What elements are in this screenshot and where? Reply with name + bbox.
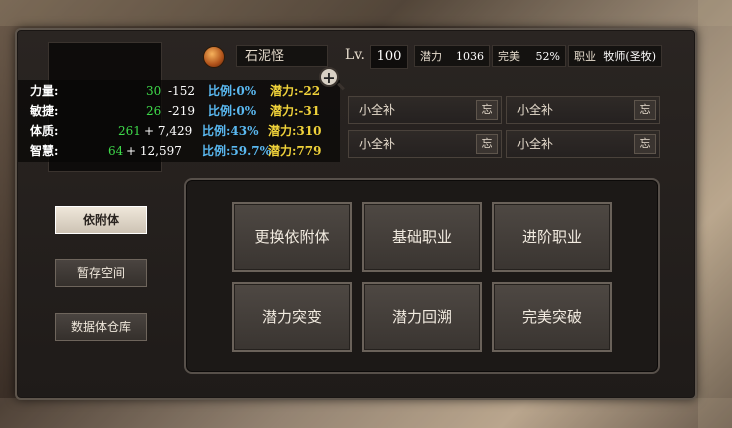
stat-base: 64 — [108, 144, 124, 158]
background-bottom — [0, 398, 732, 428]
info-class: 职业 牧师(圣牧) — [568, 45, 662, 67]
basic-class-button[interactable]: 基础职业 — [362, 202, 482, 272]
character-orb-icon — [203, 46, 225, 68]
info-value: 1036 — [456, 50, 484, 63]
skill-slot[interactable]: 小全补 忘 — [348, 96, 502, 124]
stat-row-agility: 敏捷: 26 -219 比例:0% 潜力:-31 — [18, 101, 340, 121]
stat-ratio: 比例:59.7% — [202, 144, 272, 158]
slot-label: 小全补 — [517, 137, 554, 151]
info-perfect: 完美 52% — [492, 45, 566, 67]
stat-row-wisdom: 智慧: 64 + 12,597 比例:59.7% 潜力:779 — [18, 141, 340, 161]
stat-potential: 潜力:310 — [268, 124, 322, 138]
background-top — [0, 0, 732, 26]
stat-bonus: -219 — [168, 104, 195, 118]
slot-label: 小全补 — [359, 103, 396, 117]
stats-table: 力量: 30 -152 比例:0% 潜力:-22 敏捷: 26 -219 比例:… — [18, 80, 340, 162]
stat-row-strength: 力量: 30 -152 比例:0% 潜力:-22 — [18, 81, 340, 101]
forget-button[interactable]: 忘 — [634, 134, 656, 154]
stat-label: 敏捷: — [30, 104, 59, 118]
stat-bonus: -152 — [168, 84, 195, 98]
level-value: 100 — [370, 45, 408, 69]
change-host-button[interactable]: 更换依附体 — [232, 202, 352, 272]
side-menu-storage[interactable]: 暂存空间 — [55, 259, 147, 287]
info-key: 职业 — [574, 50, 596, 63]
level-label: Lv. — [345, 47, 365, 63]
skill-slot[interactable]: 小全补 忘 — [506, 130, 660, 158]
info-key: 完美 — [498, 50, 520, 63]
side-menu-warehouse[interactable]: 数据体仓库 — [55, 313, 147, 341]
info-value: 牧师(圣牧) — [603, 50, 656, 63]
side-menu-host[interactable]: 依附体 — [55, 206, 147, 234]
stat-ratio: 比例:0% — [208, 84, 257, 98]
stat-base: 30 — [146, 84, 162, 98]
stat-base: 261 — [118, 124, 141, 138]
stat-row-constitution: 体质: 261 + 7,429 比例:43% 潜力:310 — [18, 121, 340, 141]
stat-bonus: + 12,597 — [126, 144, 182, 158]
advanced-class-button[interactable]: 进阶职业 — [492, 202, 612, 272]
character-name: 石泥怪 — [236, 45, 328, 67]
forget-button[interactable]: 忘 — [634, 100, 656, 120]
stat-bonus: + 7,429 — [144, 124, 193, 138]
info-key: 潜力 — [420, 50, 442, 63]
slot-label: 小全补 — [359, 137, 396, 151]
stat-potential: 潜力:-31 — [270, 104, 321, 118]
zoom-in-icon[interactable]: + — [319, 67, 339, 87]
potential-rewind-button[interactable]: 潜力回溯 — [362, 282, 482, 352]
potential-mutation-button[interactable]: 潜力突变 — [232, 282, 352, 352]
skill-slot[interactable]: 小全补 忘 — [348, 130, 502, 158]
stat-potential: 潜力:779 — [268, 144, 322, 158]
stat-ratio: 比例:43% — [202, 124, 259, 138]
stat-base: 26 — [146, 104, 162, 118]
skill-slot[interactable]: 小全补 忘 — [506, 96, 660, 124]
info-value: 52% — [535, 50, 560, 63]
action-grid: 更换依附体 基础职业 进阶职业 潜力突变 潜力回溯 完美突破 — [184, 178, 660, 374]
perfect-breakthrough-button[interactable]: 完美突破 — [492, 282, 612, 352]
stat-label: 力量: — [30, 84, 59, 98]
forget-button[interactable]: 忘 — [476, 134, 498, 154]
stat-label: 智慧: — [30, 144, 59, 158]
forget-button[interactable]: 忘 — [476, 100, 498, 120]
stat-potential: 潜力:-22 — [270, 84, 321, 98]
background-right — [698, 0, 732, 428]
stat-label: 体质: — [30, 124, 59, 138]
slot-label: 小全补 — [517, 103, 554, 117]
info-potential: 潜力 1036 — [414, 45, 490, 67]
stat-ratio: 比例:0% — [208, 104, 257, 118]
